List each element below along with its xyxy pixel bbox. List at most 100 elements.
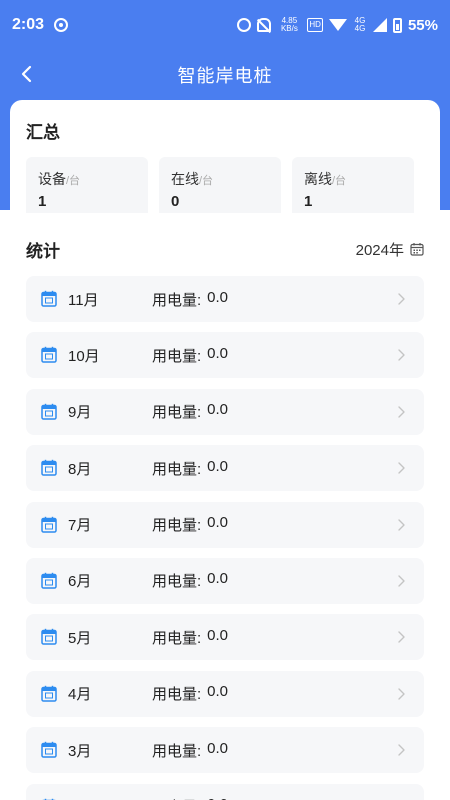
month-row[interactable]: 11月 用电量: 0.0 [26, 276, 424, 322]
usage-label: 用电量: [152, 796, 201, 800]
month-row[interactable]: 3月 用电量: 0.0 [26, 727, 424, 774]
usage-value: 0.0 [207, 457, 229, 475]
status-icons: 4.85 KB/s HD 4G 4G 55% [237, 17, 438, 34]
calendar-month-icon [41, 516, 57, 533]
month-row[interactable]: 7月 用电量: 0.0 [26, 501, 424, 548]
network-speed: 4.85 KB/s [277, 17, 301, 33]
usage: 用电量: 0.0 [152, 458, 228, 479]
month-list: 11月 用电量: 0.0 10月 用电量: 0.0 9月 用电量: 0.0 8月 用电量: 0.0 7月… [26, 276, 424, 800]
chevron-right-icon [398, 406, 405, 418]
chevron-right-icon [398, 575, 405, 587]
summary-card: 汇总 设备/台 1 在线/台 0 离线/台 1 [10, 100, 440, 213]
month-label: 11月 [68, 291, 99, 309]
usage: 用电量: 0.0 [152, 514, 228, 535]
usage-label: 用电量: [152, 404, 202, 422]
usage-value: 0.0 [207, 514, 229, 532]
usage-label: 用电量: [152, 629, 202, 647]
month-row[interactable]: 2月 用电量: 0.0 [26, 783, 424, 800]
year-text: 2024年 [355, 241, 404, 259]
usage-value: 0.0 [207, 401, 229, 419]
tile-value: 1 [304, 193, 313, 210]
tile-unit: /台 [199, 175, 214, 187]
stats-title: 统计 [26, 241, 60, 261]
nav-bar: 智能岸电桩 [0, 50, 450, 98]
network-type-2: 4G [354, 24, 366, 33]
chevron-right-icon [398, 688, 405, 700]
chevron-right-icon [398, 349, 405, 362]
usage-value: 0.0 [207, 739, 229, 757]
chevron-right-icon [398, 462, 405, 474]
tile-offline: 离线/台 1 [292, 157, 414, 213]
usage-value: 0.0 [207, 796, 228, 800]
usage-value: 0.0 [207, 288, 229, 306]
usage-label: 用电量: [152, 686, 202, 704]
page-title: 智能岸电桩 [177, 66, 273, 86]
usage-label: 用电量: [152, 291, 202, 309]
chevron-right-icon [398, 631, 405, 644]
month-row[interactable]: 10月 用电量: 0.0 [26, 332, 424, 379]
battery-icon [392, 17, 402, 33]
month-label: 4月 [68, 686, 92, 704]
tile-label: 在线 [171, 171, 199, 187]
usage-value: 0.0 [207, 344, 229, 362]
network-speed-unit: KB/s [280, 24, 298, 33]
calendar-month-icon [41, 572, 57, 589]
status-bar: 2:03 4.85 KB/s HD 4G 4G 55% [0, 0, 450, 50]
chevron-right-icon [398, 518, 405, 531]
summary-title: 汇总 [26, 123, 60, 142]
tile-value: 0 [171, 193, 180, 210]
tile-devices: 设备/台 1 [26, 157, 148, 213]
month-label: 5月 [68, 629, 92, 647]
calendar-month-icon [41, 347, 57, 364]
usage: 用电量: 0.0 [152, 796, 228, 800]
month-label: 7月 [68, 517, 92, 535]
usage-value: 0.0 [207, 626, 229, 644]
month-label: 8月 [68, 460, 92, 478]
signal-icon [372, 18, 387, 32]
calendar-month-icon [41, 403, 57, 420]
usage-value: 0.0 [207, 570, 229, 588]
month-label: 9月 [68, 404, 92, 422]
month-row[interactable]: 4月 用电量: 0.0 [26, 670, 424, 717]
chevron-right-icon [398, 293, 405, 305]
tile-online: 在线/台 0 [159, 157, 281, 213]
hd-badge: HD [307, 18, 323, 32]
usage: 用电量: 0.0 [152, 289, 228, 310]
usage: 用电量: 0.0 [152, 627, 228, 648]
calendar-month-icon [41, 290, 57, 307]
tile-value: 1 [38, 193, 47, 210]
status-time: 2:03 [12, 16, 45, 33]
tile-unit: /台 [332, 175, 347, 187]
usage-label: 用电量: [152, 517, 202, 535]
battery-percent: 55% [407, 16, 438, 34]
usage-label: 用电量: [152, 460, 202, 478]
network-type: 4G 4G [353, 17, 367, 33]
summary-tiles: 设备/台 1 在线/台 0 离线/台 1 [26, 157, 424, 213]
calendar-month-icon [41, 741, 57, 758]
alarm-icon [237, 18, 252, 32]
month-label: 3月 [68, 742, 92, 760]
usage-value: 0.0 [207, 683, 229, 701]
calendar-month-icon [41, 685, 57, 702]
usage-label: 用电量: [152, 742, 202, 760]
usage: 用电量: 0.0 [152, 740, 228, 761]
calendar-month-icon [41, 629, 57, 646]
calendar-icon [410, 243, 424, 256]
year-picker[interactable]: 2024年 [356, 239, 424, 260]
app-notification-icon [54, 18, 69, 32]
month-row[interactable]: 6月 用电量: 0.0 [26, 557, 424, 604]
usage-label: 用电量: [152, 347, 202, 365]
month-label: 2月 [68, 796, 91, 800]
usage-label: 用电量: [152, 573, 202, 591]
usage: 用电量: 0.0 [152, 345, 228, 366]
calendar-month-icon [41, 459, 57, 476]
month-row[interactable]: 9月 用电量: 0.0 [26, 388, 424, 435]
bell-off-icon [257, 18, 272, 32]
month-row[interactable]: 8月 用电量: 0.0 [26, 445, 424, 492]
usage: 用电量: 0.0 [152, 570, 228, 591]
wifi-icon [328, 19, 347, 31]
month-label: 10月 [68, 347, 100, 365]
tile-unit: /台 [66, 175, 81, 187]
chevron-right-icon [398, 744, 405, 756]
month-row[interactable]: 5月 用电量: 0.0 [26, 614, 424, 661]
